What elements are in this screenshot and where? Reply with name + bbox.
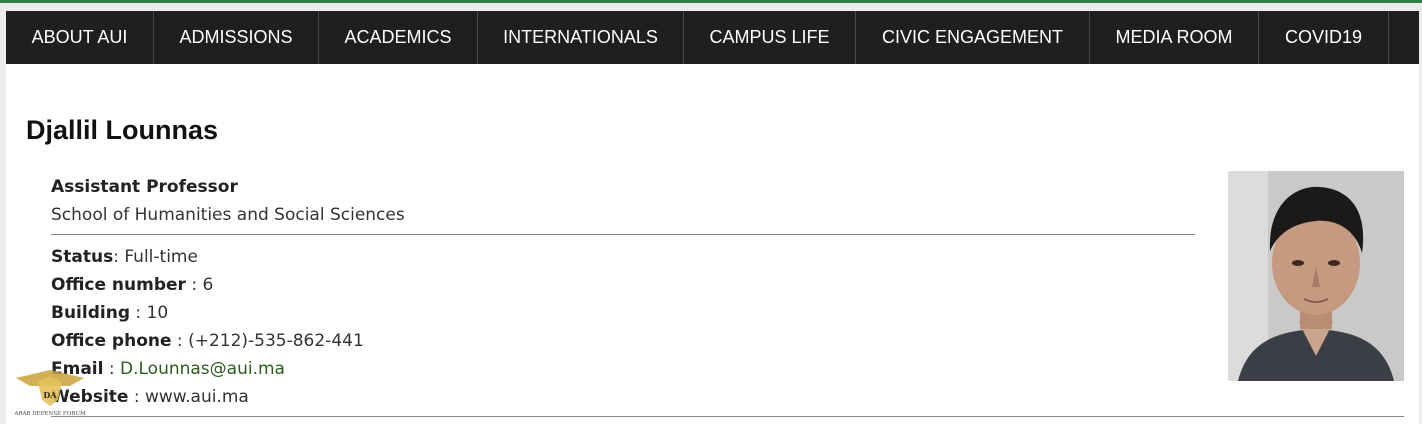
- profile-school: School of Humanities and Social Sciences: [51, 205, 405, 225]
- profile-name: Djallil Lounnas: [26, 115, 219, 145]
- person-portrait-icon: [1228, 171, 1404, 381]
- status-label: Status: [51, 247, 114, 267]
- top-accent-rule: [0, 0, 1422, 3]
- status-row: Status: Full-time: [51, 247, 198, 267]
- building-value: : 10: [129, 303, 169, 323]
- bottom-divider: [51, 416, 1404, 417]
- main-nav: ABOUT AUI ADMISSIONS ACADEMICS INTERNATI…: [6, 11, 1419, 64]
- watermark-initials: DA: [43, 390, 57, 400]
- office-phone-value: : (+212)-535-862-441: [171, 331, 364, 351]
- nav-item-internationals[interactable]: INTERNATIONALS: [478, 11, 684, 64]
- nav-item-media-room[interactable]: MEDIA ROOM: [1090, 11, 1259, 64]
- email-link[interactable]: D.Lounnas@aui.ma: [120, 359, 285, 379]
- building-label: Building: [51, 303, 130, 323]
- profile-divider: [51, 234, 1195, 235]
- nav-item-about-aui[interactable]: ABOUT AUI: [6, 11, 154, 64]
- watermark-text: ARAB DEFENSE FORUM: [13, 411, 86, 417]
- office-number-row: Office number : 6: [51, 275, 213, 295]
- profile-photo: [1228, 171, 1404, 381]
- page-container: ABOUT AUI ADMISSIONS ACADEMICS INTERNATI…: [6, 11, 1419, 424]
- office-number-value: : 6: [185, 275, 214, 295]
- nav-item-academics[interactable]: ACADEMICS: [319, 11, 478, 64]
- office-phone-label: Office phone: [51, 331, 172, 351]
- nav-item-civic-engagement[interactable]: CIVIC ENGAGEMENT: [856, 11, 1090, 64]
- office-number-label: Office number: [51, 275, 186, 295]
- building-row: Building : 10: [51, 303, 168, 323]
- profile-title: Assistant Professor: [51, 177, 238, 197]
- nav-item-admissions[interactable]: ADMISSIONS: [154, 11, 319, 64]
- status-value: : Full-time: [113, 247, 198, 267]
- email-separator: :: [103, 359, 120, 379]
- website-value: : www.aui.ma: [128, 387, 249, 407]
- nav-item-campus-life[interactable]: CAMPUS LIFE: [684, 11, 856, 64]
- watermark-logo-icon: DA ARAB DEFENSE FORUM: [13, 370, 86, 417]
- office-phone-row: Office phone : (+212)-535-862-441: [51, 331, 364, 351]
- nav-item-covid19[interactable]: COVID19: [1259, 11, 1389, 64]
